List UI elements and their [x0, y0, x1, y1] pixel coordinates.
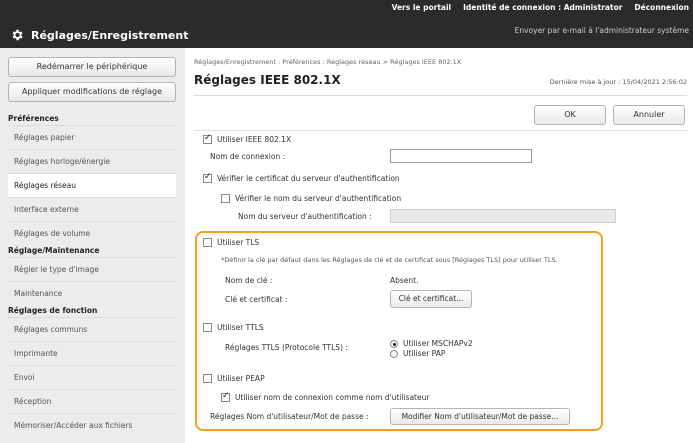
- sidebar-item-clock-energy[interactable]: Réglages horloge/énergie: [8, 149, 176, 173]
- main-panel: Réglages/Enregistrement : Préférences : …: [185, 48, 693, 443]
- sidebar-item-files[interactable]: Mémoriser/Accéder aux fichiers: [8, 413, 176, 437]
- use-ttls-row[interactable]: Utiliser TTLS: [203, 323, 264, 332]
- sidebar-item-volume[interactable]: Réglages de volume: [8, 221, 176, 245]
- edit-user-pwd-button[interactable]: Modifier Nom d'utilisateur/Mot de passe.…: [390, 408, 570, 425]
- ttls-option-mschapv2[interactable]: Utiliser MSCHAPv2: [390, 339, 473, 348]
- top-header: Vers le portail Identité de connexion : …: [0, 0, 693, 48]
- ttls-settings-label: Réglages TTLS (Protocole TTLS) :: [225, 343, 348, 352]
- use-peap-row[interactable]: Utiliser PEAP: [203, 374, 265, 383]
- login-label: Identité de connexion :: [463, 3, 562, 12]
- sidebar-item-network[interactable]: Réglages réseau: [8, 173, 176, 197]
- use-tls-checkbox[interactable]: [203, 238, 212, 247]
- login-name-label: Nom de connexion :: [210, 152, 286, 161]
- email-admin-link[interactable]: Envoyer par e-mail à l'administrateur sy…: [515, 26, 689, 35]
- login-name-input[interactable]: [390, 149, 532, 163]
- sidebar-item-external-interface[interactable]: Interface externe: [8, 197, 176, 221]
- key-cert-label: Clé et certificat :: [225, 295, 288, 304]
- restart-device-button[interactable]: Redémarrer le périphérique: [8, 57, 176, 77]
- mschapv2-radio[interactable]: [390, 339, 398, 348]
- verify-cert-label: Vérifier le certificat du serveur d'auth…: [217, 174, 400, 183]
- use-login-as-user-checkbox[interactable]: [221, 391, 230, 402]
- key-cert-button[interactable]: Clé et certificat...: [390, 290, 472, 308]
- sidebar-item-printer[interactable]: Imprimante: [8, 341, 176, 365]
- sidebar: Redémarrer le périphérique Appliquer mod…: [0, 48, 185, 443]
- verify-cert-row[interactable]: Vérifier le certificat du serveur d'auth…: [203, 172, 400, 183]
- key-name-label: Nom de clé :: [225, 276, 273, 285]
- sidebar-item-send[interactable]: Envoi: [8, 365, 176, 389]
- user-pwd-label: Réglages Nom d'utilisateur/Mot de passe …: [210, 412, 369, 421]
- section-heading-preferences: Préférences: [8, 114, 59, 123]
- use-ieee-label: Utiliser IEEE 802.1X: [217, 135, 292, 144]
- use-login-as-user-label: Utiliser nom de connexion comme nom d'ut…: [235, 393, 430, 402]
- apply-changes-button[interactable]: Appliquer modifications de réglage: [8, 82, 176, 102]
- use-tls-label: Utiliser TLS: [217, 238, 260, 247]
- use-peap-label: Utiliser PEAP: [217, 374, 265, 383]
- sidebar-item-receive[interactable]: Réception: [8, 389, 176, 413]
- section-heading-function: Réglages de fonction: [8, 306, 98, 315]
- sidebar-item-image-type[interactable]: Régler le type d'image: [8, 257, 176, 281]
- pap-label: Utiliser PAP: [403, 349, 446, 358]
- section-heading-maintenance: Réglage/Maintenance: [8, 246, 100, 255]
- use-login-as-user-row[interactable]: Utiliser nom de connexion comme nom d'ut…: [221, 391, 430, 402]
- key-name-value: Absent.: [390, 276, 419, 285]
- login-user: Administrator: [563, 3, 623, 12]
- use-ieee-checkbox[interactable]: [203, 133, 212, 144]
- gear-icon: [12, 29, 23, 41]
- ttls-option-pap[interactable]: Utiliser PAP: [390, 349, 445, 358]
- use-ttls-checkbox[interactable]: [203, 323, 212, 332]
- sidebar-item-common[interactable]: Réglages communs: [8, 317, 176, 341]
- mschapv2-label: Utiliser MSCHAPv2: [403, 339, 473, 348]
- portal-link[interactable]: Vers le portail: [392, 3, 452, 12]
- verify-cert-checkbox[interactable]: [203, 172, 212, 183]
- sidebar-menu: Préférences Réglages papier Réglages hor…: [8, 113, 176, 437]
- verify-server-name-checkbox[interactable]: [221, 194, 230, 203]
- verify-server-name-label: Vérifier le nom du serveur d'authentific…: [235, 194, 402, 203]
- logout-link[interactable]: Déconnexion: [634, 3, 689, 12]
- tls-note: *Définir la clé par défaut dans les Régl…: [221, 256, 558, 264]
- use-peap-checkbox[interactable]: [203, 374, 212, 383]
- use-ttls-label: Utiliser TTLS: [217, 323, 264, 332]
- app-title: Réglages/Enregistrement: [10, 28, 188, 42]
- verify-server-name-row[interactable]: Vérifier le nom du serveur d'authentific…: [221, 194, 401, 203]
- login-info: Identité de connexion : Administrator: [463, 3, 622, 12]
- ieee-form: Utiliser IEEE 802.1X Nom de connexion : …: [185, 48, 693, 443]
- sidebar-item-paper[interactable]: Réglages papier: [8, 125, 176, 149]
- server-name-label: Nom du serveur d'authentification :: [238, 212, 372, 221]
- pap-radio[interactable]: [390, 349, 398, 358]
- top-links: Vers le portail Identité de connexion : …: [392, 3, 689, 12]
- use-tls-row[interactable]: Utiliser TLS: [203, 238, 259, 247]
- sidebar-item-maintenance[interactable]: Maintenance: [8, 281, 176, 305]
- use-ieee-row[interactable]: Utiliser IEEE 802.1X: [203, 133, 292, 144]
- app-title-text: Réglages/Enregistrement: [31, 28, 189, 42]
- server-name-input[interactable]: [390, 209, 616, 223]
